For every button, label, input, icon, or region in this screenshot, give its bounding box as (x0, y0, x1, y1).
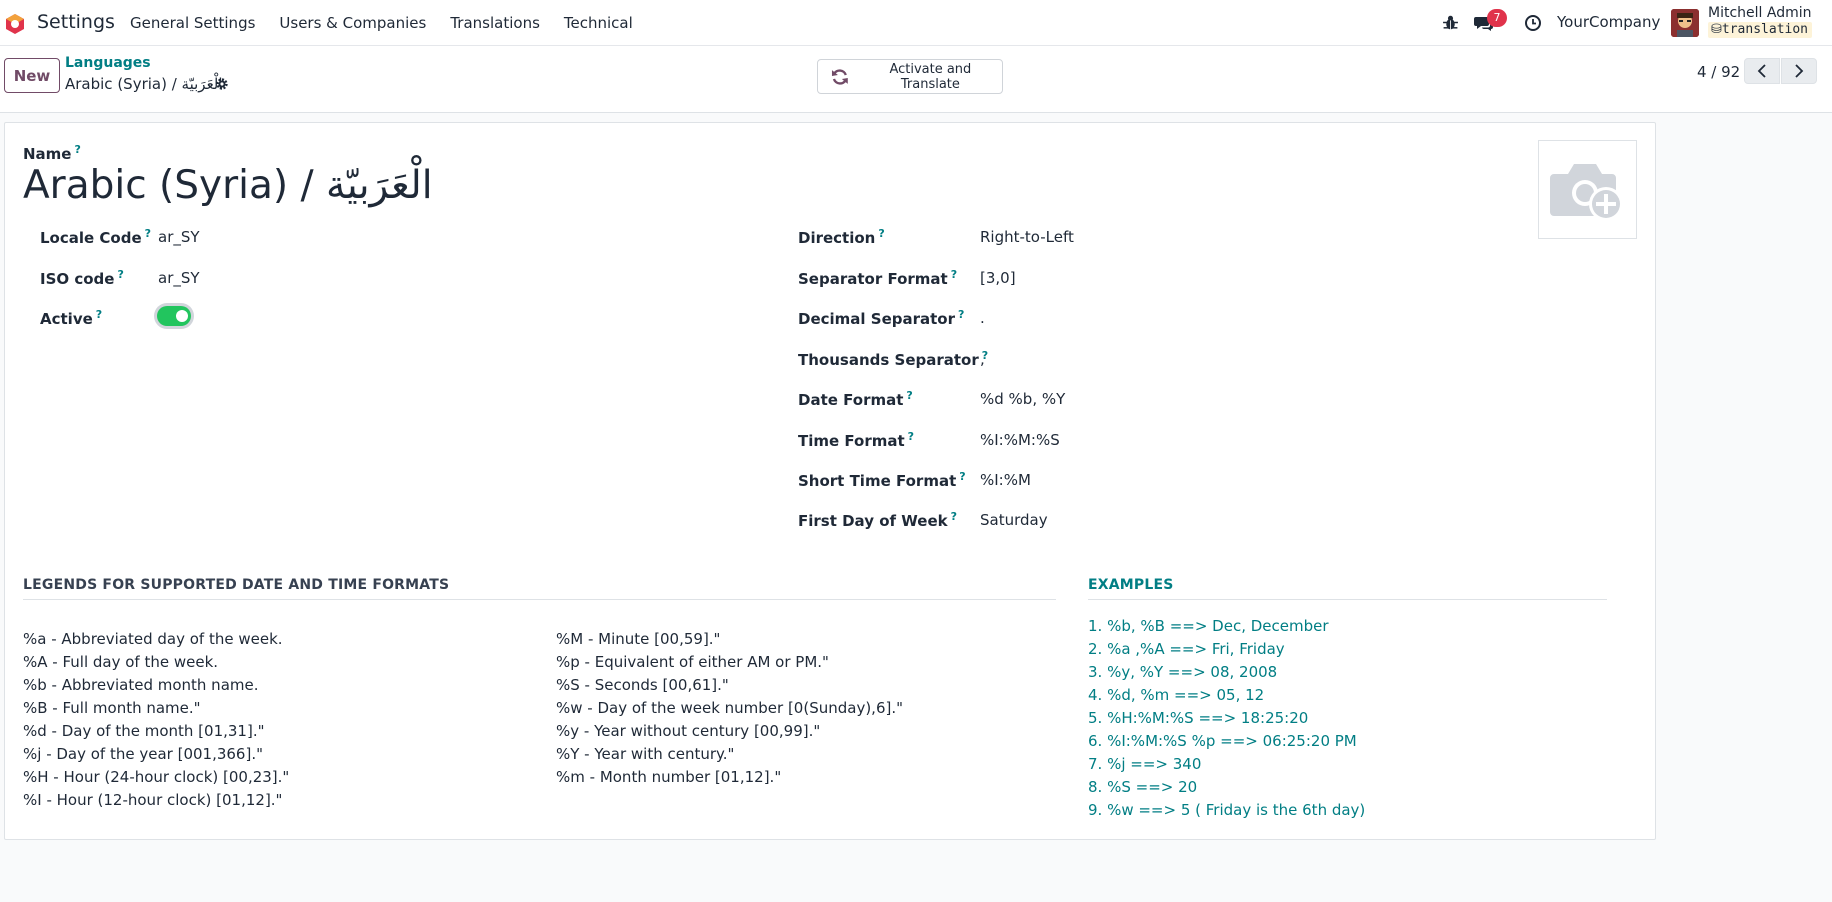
image-upload[interactable] (1538, 140, 1637, 239)
example-item: 1. %b, %B ==> Dec, December (1088, 617, 1329, 635)
control-panel: New Languages Arabic (Syria) / الْعَرَبي… (0, 46, 1832, 113)
main-menu: General Settings Users & Companies Trans… (130, 0, 657, 46)
locale-code-field[interactable]: ar_SY (158, 228, 200, 246)
short-time-format-label: Short Time Format? (798, 470, 966, 490)
iso-code-help-icon[interactable]: ? (117, 268, 123, 281)
thousands-separator-label: Thousands Separator? (798, 349, 989, 369)
language-name-input[interactable]: Arabic (Syria) / الْعَرَبيّة (23, 163, 433, 208)
short-time-format-field[interactable]: %I:%M (980, 471, 1031, 489)
example-item: 9. %w ==> 5 ( Friday is the 6th day) (1088, 801, 1366, 819)
record-actions-gear-icon[interactable] (215, 77, 229, 91)
odoo-app-logo-icon[interactable] (4, 13, 26, 35)
time-format-label: Time Format? (798, 430, 915, 450)
chevron-left-icon (1757, 64, 1766, 78)
top-navbar: Settings General Settings Users & Compan… (0, 0, 1832, 46)
date-format-label: Date Format? (798, 389, 913, 409)
direction-field[interactable]: Right-to-Left (980, 228, 1074, 246)
user-avatar[interactable] (1671, 9, 1699, 37)
locale-code-help-icon[interactable]: ? (145, 227, 151, 240)
debug-bug-icon[interactable] (1442, 14, 1459, 31)
legends-section-title: LEGENDS FOR SUPPORTED DATE AND TIME FORM… (23, 577, 1056, 600)
avatar-face-icon (1671, 9, 1699, 37)
example-item: 8. %S ==> 20 (1088, 778, 1198, 796)
database-badge: ⛁translation (1708, 22, 1812, 38)
decimal-separator-field[interactable]: . (980, 309, 985, 327)
decimal-separator-help-icon[interactable]: ? (958, 308, 964, 321)
legend-item: %A - Full day of the week. (23, 653, 219, 671)
new-button[interactable]: New (4, 58, 60, 93)
legend-item: %M - Minute [00,59]." (556, 630, 721, 648)
separator-format-help-icon[interactable]: ? (951, 268, 957, 281)
date-format-help-icon[interactable]: ? (906, 389, 912, 402)
example-item: 2. %a ,%A ==> Fri, Friday (1088, 640, 1285, 658)
activate-and-translate-button[interactable]: Activate and Translate (817, 59, 1003, 94)
name-label: Name? (23, 143, 81, 163)
date-format-field[interactable]: %d %b, %Y (980, 390, 1065, 408)
active-label: Active? (40, 308, 103, 328)
name-help-icon[interactable]: ? (74, 143, 80, 156)
example-item: 4. %d, %m ==> 05, 12 (1088, 686, 1265, 704)
activate-and-translate-label: Activate and Translate (889, 61, 972, 92)
legend-item: %H - Hour (24-hour clock) [00,23]." (23, 768, 290, 786)
legend-item: %w - Day of the week number [0(Sunday),6… (556, 699, 904, 717)
legend-item: %Y - Year with century." (556, 745, 735, 763)
chevron-right-icon (1795, 64, 1804, 78)
legend-item: %b - Abbreviated month name. (23, 676, 259, 694)
company-switcher[interactable]: YourCompany (1557, 13, 1660, 31)
database-name: translation (1721, 22, 1808, 37)
example-item: 7. %j ==> 340 (1088, 755, 1202, 773)
active-toggle[interactable] (157, 306, 191, 326)
legend-item: %I - Hour (12-hour clock) [01,12]." (23, 791, 283, 809)
pager-next-button[interactable] (1781, 58, 1817, 84)
legend-item: %y - Year without century [00,99]." (556, 722, 821, 740)
legend-item: %j - Day of the year [001,366]." (23, 745, 263, 763)
activity-clock-icon[interactable] (1524, 14, 1542, 32)
breadcrumb-languages[interactable]: Languages (65, 55, 151, 71)
legend-item: %p - Equivalent of either AM or PM." (556, 653, 829, 671)
menu-technical[interactable]: Technical (564, 14, 633, 32)
examples-section-title: EXAMPLES (1088, 577, 1607, 600)
time-format-help-icon[interactable]: ? (908, 430, 914, 443)
examples-list: 1. %b, %B ==> Dec, December 2. %a ,%A ==… (1088, 615, 1365, 822)
menu-general-settings[interactable]: General Settings (130, 14, 255, 32)
time-format-field[interactable]: %I:%M:%S (980, 431, 1060, 449)
app-name[interactable]: Settings (37, 11, 115, 33)
active-help-icon[interactable]: ? (96, 308, 102, 321)
legend-item: %d - Day of the month [01,31]." (23, 722, 265, 740)
form-sheet: Name? Arabic (Syria) / الْعَرَبيّة Local… (4, 122, 1656, 840)
first-day-of-week-label: First Day of Week? (798, 510, 957, 530)
breadcrumb-current-record: Arabic (Syria) / الْعَرَبيّة (65, 75, 223, 93)
short-time-format-help-icon[interactable]: ? (959, 470, 965, 483)
decimal-separator-label: Decimal Separator? (798, 308, 965, 328)
separator-format-label: Separator Format? (798, 268, 958, 288)
pager-value[interactable]: 4 / 92 (1697, 63, 1740, 81)
legend-item: %m - Month number [01,12]." (556, 768, 782, 786)
first-day-of-week-field[interactable]: Saturday (980, 511, 1048, 529)
direction-label: Direction? (798, 227, 885, 247)
database-icon: ⛁ (1711, 22, 1722, 37)
example-item: 5. %H:%M:%S ==> 18:25:20 (1088, 709, 1309, 727)
legend-item: %S - Seconds [00,61]." (556, 676, 729, 694)
messages-count-badge: 7 (1487, 9, 1507, 27)
menu-users-companies[interactable]: Users & Companies (279, 14, 426, 32)
refresh-icon (831, 68, 848, 85)
separator-format-field[interactable]: [3,0] (980, 269, 1016, 287)
legend-item: %B - Full month name." (23, 699, 201, 717)
legends-column-2: %M - Minute [00,59]." %p - Equivalent of… (556, 628, 903, 789)
iso-code-field[interactable]: ar_SY (158, 269, 200, 287)
user-name[interactable]: Mitchell Admin (1708, 5, 1812, 21)
locale-code-label: Locale Code? (40, 227, 152, 247)
pager-previous-button[interactable] (1744, 58, 1780, 84)
iso-code-label: ISO code? (40, 268, 124, 288)
legends-column-1: %a - Abbreviated day of the week. %A - F… (23, 628, 289, 812)
first-day-of-week-help-icon[interactable]: ? (951, 510, 957, 523)
example-item: 6. %I:%M:%S %p ==> 06:25:20 PM (1088, 732, 1357, 750)
camera-add-icon (1549, 163, 1623, 221)
menu-translations[interactable]: Translations (450, 14, 540, 32)
direction-help-icon[interactable]: ? (878, 227, 884, 240)
legend-item: %a - Abbreviated day of the week. (23, 630, 283, 648)
thousands-separator-field[interactable]: , (980, 350, 985, 368)
example-item: 3. %y, %Y ==> 08, 2008 (1088, 663, 1278, 681)
